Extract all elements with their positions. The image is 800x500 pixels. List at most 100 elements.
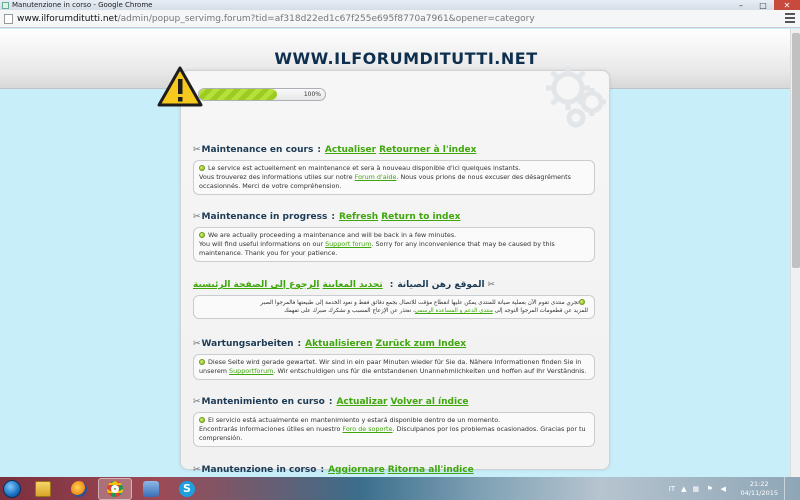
refresh-link[interactable]: تحديد المعاينة xyxy=(322,280,382,290)
progress-label: 100% xyxy=(303,91,321,98)
return-index-link[interactable]: Retourner à l'index xyxy=(379,145,476,155)
close-button[interactable]: ✕ xyxy=(774,0,800,10)
network-icon[interactable]: ▦ xyxy=(693,485,701,493)
section-heading: ✂ Manutenzione in corso : Aggiornare Rit… xyxy=(193,464,595,476)
refresh-link[interactable]: Actualizar xyxy=(336,397,387,407)
message-text: ، نعتذر عن الإزعاج المسبب و نشكرك صبرك ع… xyxy=(284,308,415,314)
return-index-link[interactable]: Zurück zum Index xyxy=(376,339,467,349)
flag-icon[interactable]: ⚑ xyxy=(707,485,715,493)
message-line: El servicio está actualmente en mantenim… xyxy=(208,416,501,424)
taskbar-chrome[interactable] xyxy=(98,477,132,500)
section-italian: ✂ Manutenzione in corso : Aggiornare Rit… xyxy=(193,464,595,476)
return-index-link[interactable]: الرجوع إلى الصفحة الرئيسية xyxy=(193,280,319,290)
refresh-link[interactable]: Refresh xyxy=(339,212,378,222)
windows-taskbar: S IT ▲ ▦ ⚑ ◀ 21:22 04/11/2015 xyxy=(0,477,800,500)
section-title: Maintenance en cours xyxy=(201,145,314,155)
support-forum-link[interactable]: Support forum xyxy=(325,240,371,248)
section-heading: ✂ Maintenance in progress : Refresh Retu… xyxy=(193,211,595,223)
status-dot-icon xyxy=(199,359,205,365)
gears-icon xyxy=(546,66,606,128)
message-text: Vous trouverez des informations utiles s… xyxy=(199,173,355,181)
message-line: Le service est actuellement en maintenan… xyxy=(208,164,521,172)
refresh-link[interactable]: Actualiser xyxy=(325,145,376,155)
message-box: We are actually proceeding a maintenance… xyxy=(193,227,595,262)
section-french: ✂ Maintenance en cours : Actualiser Reto… xyxy=(193,144,595,195)
title-separator: : xyxy=(328,397,333,407)
wrench-icon: ✂ xyxy=(193,339,201,349)
message-text: You will find useful informations on our xyxy=(199,240,326,248)
message-line: Diese Seite wird gerade gewartet. Wir si… xyxy=(208,358,582,366)
system-clock[interactable]: 21:22 04/11/2015 xyxy=(741,480,778,498)
help-forum-link[interactable]: Forum d'aide xyxy=(355,173,397,181)
page-scrollbar[interactable] xyxy=(790,29,800,477)
section-title: Manutenzione in corso xyxy=(201,465,317,475)
url-host: www.ilforumditutti.net xyxy=(17,13,118,24)
window-titlebar: Manutenzione in corso - Google Chrome – … xyxy=(0,0,800,10)
refresh-link[interactable]: Aggiornare xyxy=(328,465,385,475)
clock-date: 04/11/2015 xyxy=(740,488,778,497)
maintenance-progress-bar: 100% xyxy=(198,88,326,101)
status-dot-icon xyxy=(199,165,205,171)
section-heading: ✂ Mantenimiento en curso : Actualizar Vo… xyxy=(193,396,595,408)
support-forum-link[interactable]: منتدى الدعم و المساعدة الرسمي xyxy=(415,308,493,314)
title-separator: : xyxy=(297,339,302,349)
section-title: Wartungsarbeiten xyxy=(201,339,294,349)
maximize-button[interactable]: □ xyxy=(752,0,774,10)
support-forum-link[interactable]: Foro de soporte xyxy=(342,425,392,433)
section-english: ✂ Maintenance in progress : Refresh Retu… xyxy=(193,211,595,262)
wrench-icon: ✂ xyxy=(193,145,201,155)
return-index-link[interactable]: Volver al índice xyxy=(390,397,468,407)
show-desktop-button[interactable] xyxy=(784,477,792,500)
url-path: /admin/popup_servimg.forum?tid=af318d22e… xyxy=(117,13,535,24)
wrench-icon: ✂ xyxy=(487,280,496,290)
title-separator: : xyxy=(389,280,394,290)
message-text: . Wir entschuldigen uns für die entstand… xyxy=(273,367,587,375)
language-indicator[interactable]: IT xyxy=(669,485,675,493)
taskbar-security[interactable] xyxy=(134,478,168,500)
address-bar[interactable]: www.ilforumditutti.net/admin/popup_servi… xyxy=(0,10,800,28)
site-title: WWW.ILFORUMDITUTTI.NET xyxy=(274,49,538,68)
message-box: El servicio está actualmente en mantenim… xyxy=(193,412,595,447)
chrome-menu-icon[interactable] xyxy=(785,13,795,23)
page-icon xyxy=(4,13,13,24)
section-title: Maintenance in progress xyxy=(201,212,328,222)
scrollbar-thumb[interactable] xyxy=(792,33,800,268)
taskbar-firefox[interactable] xyxy=(62,478,96,500)
folder-icon xyxy=(35,480,51,497)
show-hidden-icons-icon[interactable]: ▲ xyxy=(681,485,686,493)
section-heading: ✂ الموقع رهن الصيانة : تحديد المعاينة ال… xyxy=(193,279,595,291)
status-dot-icon xyxy=(199,232,205,238)
refresh-link[interactable]: Aktualisieren xyxy=(305,339,372,349)
message-text: unserem xyxy=(199,367,230,375)
status-dot-icon xyxy=(199,417,205,423)
firefox-icon xyxy=(71,480,87,497)
skype-icon: S xyxy=(179,480,195,497)
taskbar-explorer[interactable] xyxy=(26,478,60,500)
clock-time: 21:22 xyxy=(749,479,769,488)
start-button[interactable] xyxy=(0,478,24,500)
section-german: ✂ Wartungsarbeiten : Aktualisieren Zurüc… xyxy=(193,338,595,380)
window-title: Manutenzione in corso - Google Chrome xyxy=(12,1,153,9)
message-line: تجري منتدى تقوم الآن بعملية صيانة للمنتد… xyxy=(260,300,579,306)
wrench-icon: ✂ xyxy=(193,212,201,222)
taskbar-skype[interactable]: S xyxy=(170,478,204,500)
message-box: Diese Seite wird gerade gewartet. Wir si… xyxy=(193,354,595,380)
section-arabic: ✂ الموقع رهن الصيانة : تحديد المعاينة ال… xyxy=(193,279,595,319)
windows-orb-icon xyxy=(3,479,21,498)
chrome-icon xyxy=(107,480,123,497)
return-index-link[interactable]: Ritorna all'indice xyxy=(388,465,474,475)
shield-icon xyxy=(143,480,159,497)
warning-icon xyxy=(157,66,203,107)
window-controls: – □ ✕ xyxy=(730,0,800,10)
volume-icon[interactable]: ◀ xyxy=(721,485,729,493)
tab-favicon-icon xyxy=(2,1,9,9)
section-title: الموقع رهن الصيانة xyxy=(397,280,485,290)
return-index-link[interactable]: Return to index xyxy=(381,212,460,222)
section-heading: ✂ Wartungsarbeiten : Aktualisieren Zurüc… xyxy=(193,338,595,350)
support-forum-link[interactable]: Supportforum xyxy=(229,367,273,375)
title-separator: : xyxy=(317,145,321,155)
message-box: تجري منتدى تقوم الآن بعملية صيانة للمنتد… xyxy=(193,295,595,319)
minimize-button[interactable]: – xyxy=(730,0,752,10)
progress-fill xyxy=(199,89,278,100)
message-line: We are actually proceeding a maintenance… xyxy=(208,231,457,239)
